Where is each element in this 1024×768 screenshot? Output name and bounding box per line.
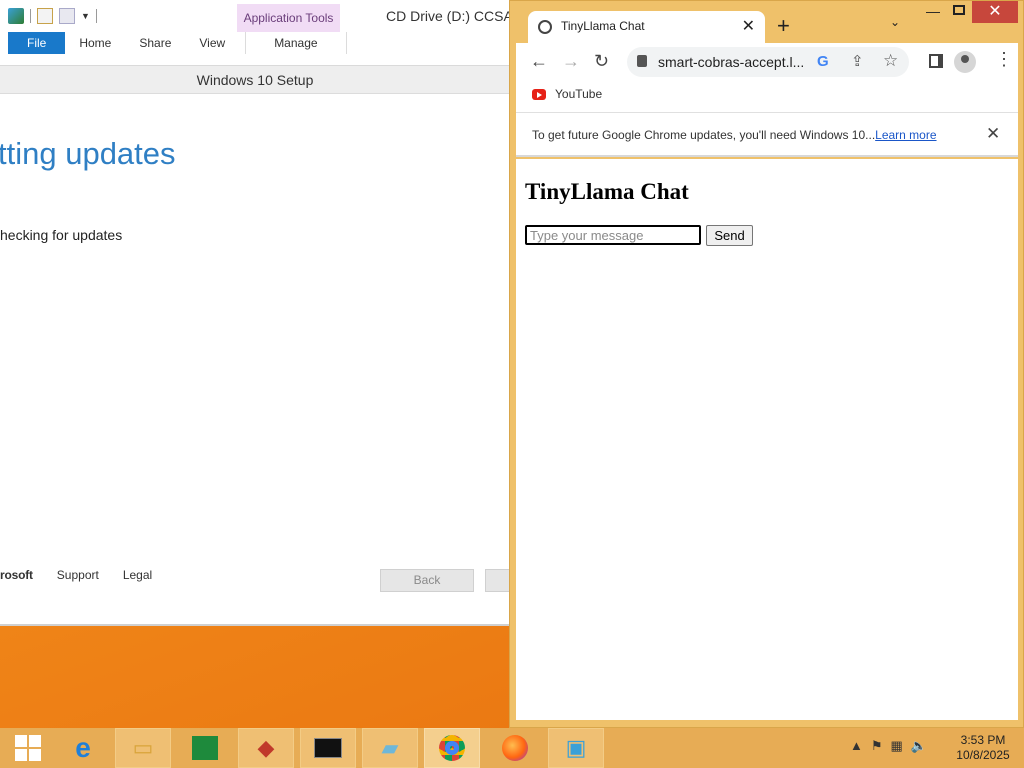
store-taskbar-icon[interactable]: [177, 728, 233, 768]
address-bar[interactable]: smart-cobras-accept.l... G ⇪ ☆: [627, 47, 909, 77]
send-button[interactable]: Send: [706, 225, 753, 246]
window-close-icon[interactable]: ✕: [972, 1, 1018, 23]
ribbon-tabs: File Home Share View Manage: [8, 32, 347, 54]
rename-icon[interactable]: [37, 8, 53, 24]
side-panel-icon[interactable]: [929, 54, 943, 68]
tab-search-chevron-icon[interactable]: ⌄: [890, 15, 900, 29]
setup-titlebar[interactable]: Windows 10 Setup: [0, 66, 510, 94]
page-content: TinyLlama Chat Send: [516, 159, 1018, 720]
url-text[interactable]: smart-cobras-accept.l...: [658, 54, 804, 70]
page-heading: TinyLlama Chat: [525, 179, 689, 204]
firefox-taskbar-icon[interactable]: [487, 728, 543, 768]
system-tray: ▲ ⚑ ▦ 🔈: [850, 738, 927, 754]
clock-time: 3:53 PM: [960, 733, 1006, 747]
bookmark-star-icon[interactable]: ☆: [883, 51, 898, 71]
profile-avatar-icon[interactable]: [954, 51, 976, 73]
bookmarks-bar: YouTube: [516, 81, 1018, 113]
forward-arrow-icon[interactable]: →: [562, 51, 580, 72]
toolbar-divider: [30, 9, 31, 23]
chrome-window: TinyLlama Chat ✕ + ⌄ — ✕ ← → ↻ smart-cob…: [509, 0, 1024, 728]
network-icon[interactable]: ▦: [891, 738, 903, 754]
infobar-text: To get future Google Chrome updates, you…: [532, 128, 876, 142]
browser-tab[interactable]: TinyLlama Chat ✕: [528, 11, 765, 43]
new-tab-icon[interactable]: +: [777, 13, 790, 39]
legal-link[interactable]: Legal: [123, 568, 152, 582]
back-button[interactable]: Back: [380, 569, 474, 592]
reload-icon[interactable]: ↻: [594, 51, 609, 72]
chrome-taskbar-icon[interactable]: [424, 728, 480, 768]
tab-file[interactable]: File: [8, 32, 66, 54]
internet-explorer-taskbar-icon[interactable]: e: [55, 728, 111, 768]
message-input[interactable]: [525, 225, 701, 245]
command-prompt-taskbar-icon[interactable]: [300, 728, 356, 768]
infobar-message: To get future Google Chrome updates, you…: [532, 128, 937, 142]
google-icon[interactable]: G: [817, 53, 829, 70]
kebab-menu-icon[interactable]: ⋮: [995, 49, 1013, 70]
properties-icon[interactable]: [8, 8, 24, 24]
back-arrow-icon[interactable]: ←: [530, 51, 548, 72]
notepad-taskbar-icon[interactable]: ▰: [362, 728, 418, 768]
start-button[interactable]: [0, 728, 56, 768]
setup-taskbar-icon[interactable]: ▣: [548, 728, 604, 768]
filezilla-taskbar-icon[interactable]: ◆: [238, 728, 294, 768]
tab-manage[interactable]: Manage: [245, 32, 347, 54]
setup-status-text: hecking for updates: [0, 227, 123, 243]
bookmark-youtube[interactable]: YouTube: [555, 87, 602, 101]
minimize-icon[interactable]: —: [926, 3, 940, 19]
youtube-icon[interactable]: [532, 89, 546, 100]
taskbar: e ▭ ◆ ▰ ▣ ▲ ⚑ ▦ 🔈 3:53 PM 10/8/2025: [0, 728, 1024, 768]
browser-toolbar: ← → ↻ smart-cobras-accept.l... G ⇪ ☆ ⋮: [516, 43, 1018, 81]
tab-title: TinyLlama Chat: [561, 19, 645, 33]
toolbar-divider: [95, 9, 97, 23]
update-infobar: To get future Google Chrome updates, you…: [516, 113, 1018, 157]
quick-access-toolbar: ▼: [8, 6, 97, 26]
volume-muted-icon[interactable]: 🔈: [911, 738, 927, 754]
windows-setup-window: Windows 10 Setup tting updates hecking f…: [0, 66, 515, 626]
clock[interactable]: 3:53 PM 10/8/2025: [948, 733, 1018, 763]
file-explorer-window: ▼ Application Tools CD Drive (D:) CCSA F…: [0, 0, 513, 66]
explorer-title: CD Drive (D:) CCSA: [386, 8, 513, 24]
new-folder-icon[interactable]: [59, 8, 75, 24]
globe-icon: [538, 20, 552, 34]
application-tools-label: Application Tools: [237, 4, 340, 32]
setup-footer: rosoft Support Legal: [0, 568, 152, 582]
learn-more-link[interactable]: Learn more: [875, 128, 936, 142]
clock-date: 10/8/2025: [956, 748, 1010, 762]
maximize-icon[interactable]: [953, 5, 965, 15]
tab-view[interactable]: View: [185, 32, 239, 54]
microsoft-logo-text: rosoft: [0, 568, 33, 582]
customize-dropdown-icon[interactable]: ▼: [81, 11, 90, 21]
support-link[interactable]: Support: [57, 568, 99, 582]
tab-close-icon[interactable]: ✕: [742, 16, 755, 36]
file-explorer-taskbar-icon[interactable]: ▭: [115, 728, 171, 768]
setup-heading: tting updates: [0, 136, 176, 171]
lock-icon[interactable]: [637, 55, 647, 67]
windows-logo-icon: [15, 735, 41, 761]
action-center-flag-icon[interactable]: ⚑: [871, 738, 883, 754]
tab-strip: TinyLlama Chat ✕ + ⌄ — ✕: [510, 1, 1024, 43]
show-hidden-icons-chevron-icon[interactable]: ▲: [850, 738, 863, 754]
share-icon[interactable]: ⇪: [851, 52, 864, 70]
tab-home[interactable]: Home: [65, 32, 125, 54]
infobar-close-icon[interactable]: ✕: [986, 124, 1000, 144]
tab-share[interactable]: Share: [125, 32, 185, 54]
